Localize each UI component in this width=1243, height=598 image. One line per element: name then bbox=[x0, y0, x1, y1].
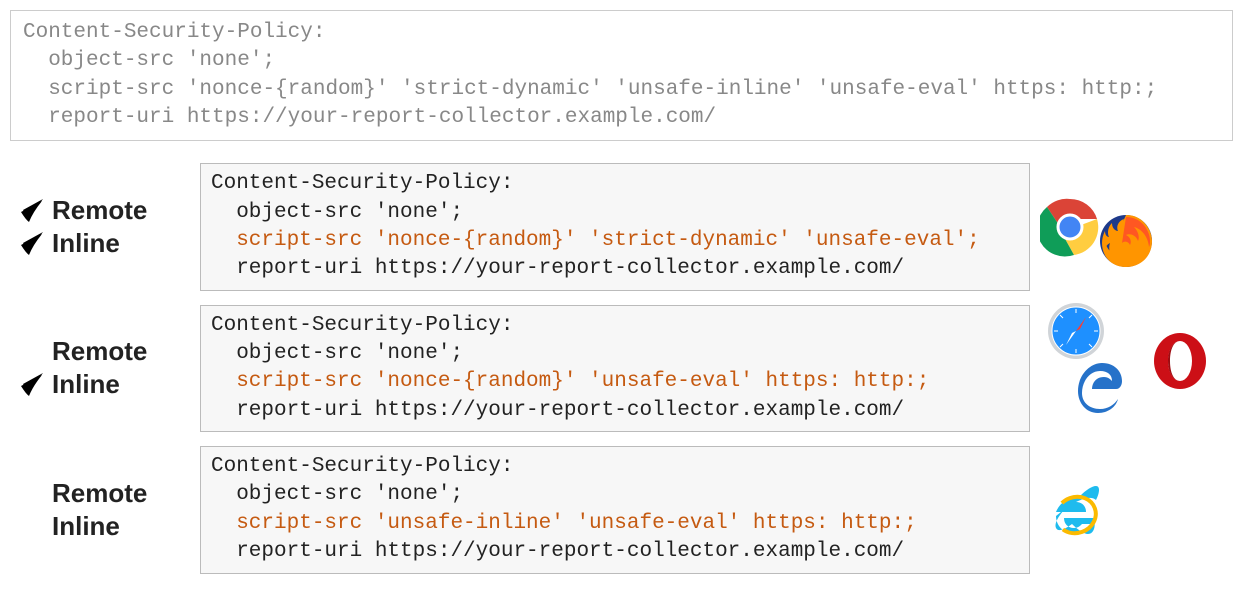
csp-effective-box: Content-Security-Policy: object-src 'non… bbox=[200, 446, 1030, 573]
code-line-highlight: script-src 'nonce-{random}' 'strict-dyna… bbox=[211, 229, 980, 252]
cross-icon bbox=[16, 511, 46, 541]
cross-icon bbox=[16, 337, 46, 367]
code-line: object-src 'none'; bbox=[211, 201, 463, 224]
code-line-highlight: script-src 'nonce-{random}' 'unsafe-eval… bbox=[211, 370, 929, 393]
browser-icons bbox=[1040, 183, 1156, 271]
inline-label: Inline bbox=[52, 228, 120, 259]
remote-label: Remote bbox=[52, 478, 147, 509]
csp-row-ie: Remote Inline Content-Security-Policy: o… bbox=[10, 446, 1233, 573]
opera-icon bbox=[1150, 331, 1210, 391]
cross-icon bbox=[16, 478, 46, 508]
ie-icon bbox=[1046, 480, 1106, 540]
safari-icon bbox=[1046, 301, 1106, 361]
code-line: Content-Security-Policy: bbox=[211, 314, 513, 337]
csp-full-header-box: Content-Security-Policy: object-src 'non… bbox=[10, 10, 1233, 141]
protection-labels: Remote Inline bbox=[10, 334, 200, 402]
check-icon bbox=[16, 370, 46, 400]
code-line: report-uri https://your-report-collector… bbox=[211, 399, 904, 422]
protection-labels: Remote Inline bbox=[10, 476, 200, 544]
code-line: report-uri https://your-report-collector… bbox=[211, 540, 904, 563]
code-line: Content-Security-Policy: bbox=[23, 21, 325, 44]
code-line-highlight: script-src 'unsafe-inline' 'unsafe-eval'… bbox=[211, 512, 917, 535]
inline-label: Inline bbox=[52, 511, 120, 542]
code-line: report-uri https://your-report-collector… bbox=[211, 257, 904, 280]
browser-icons bbox=[1040, 480, 1106, 540]
code-line: object-src 'none'; bbox=[23, 49, 275, 72]
csp-row-chrome-firefox: Remote Inline Content-Security-Policy: o… bbox=[10, 163, 1233, 290]
check-icon bbox=[16, 229, 46, 259]
code-line: object-src 'none'; bbox=[211, 342, 463, 365]
code-line: script-src 'nonce-{random}' 'strict-dyna… bbox=[23, 78, 1157, 101]
check-icon bbox=[16, 196, 46, 226]
csp-effective-box: Content-Security-Policy: object-src 'non… bbox=[200, 305, 1030, 432]
remote-label: Remote bbox=[52, 336, 147, 367]
code-line: Content-Security-Policy: bbox=[211, 172, 513, 195]
edge-icon bbox=[1068, 355, 1128, 415]
remote-label: Remote bbox=[52, 195, 147, 226]
code-line: object-src 'none'; bbox=[211, 483, 463, 506]
csp-effective-box: Content-Security-Policy: object-src 'non… bbox=[200, 163, 1030, 290]
csp-row-safari-edge-opera: Remote Inline Content-Security-Policy: o… bbox=[10, 305, 1233, 432]
chrome-icon bbox=[1040, 197, 1100, 257]
protection-labels: Remote Inline bbox=[10, 193, 200, 261]
inline-label: Inline bbox=[52, 369, 120, 400]
browser-icons bbox=[1040, 301, 1220, 361]
firefox-icon bbox=[1096, 211, 1156, 271]
code-line: report-uri https://your-report-collector… bbox=[23, 106, 716, 129]
code-line: Content-Security-Policy: bbox=[211, 455, 513, 478]
